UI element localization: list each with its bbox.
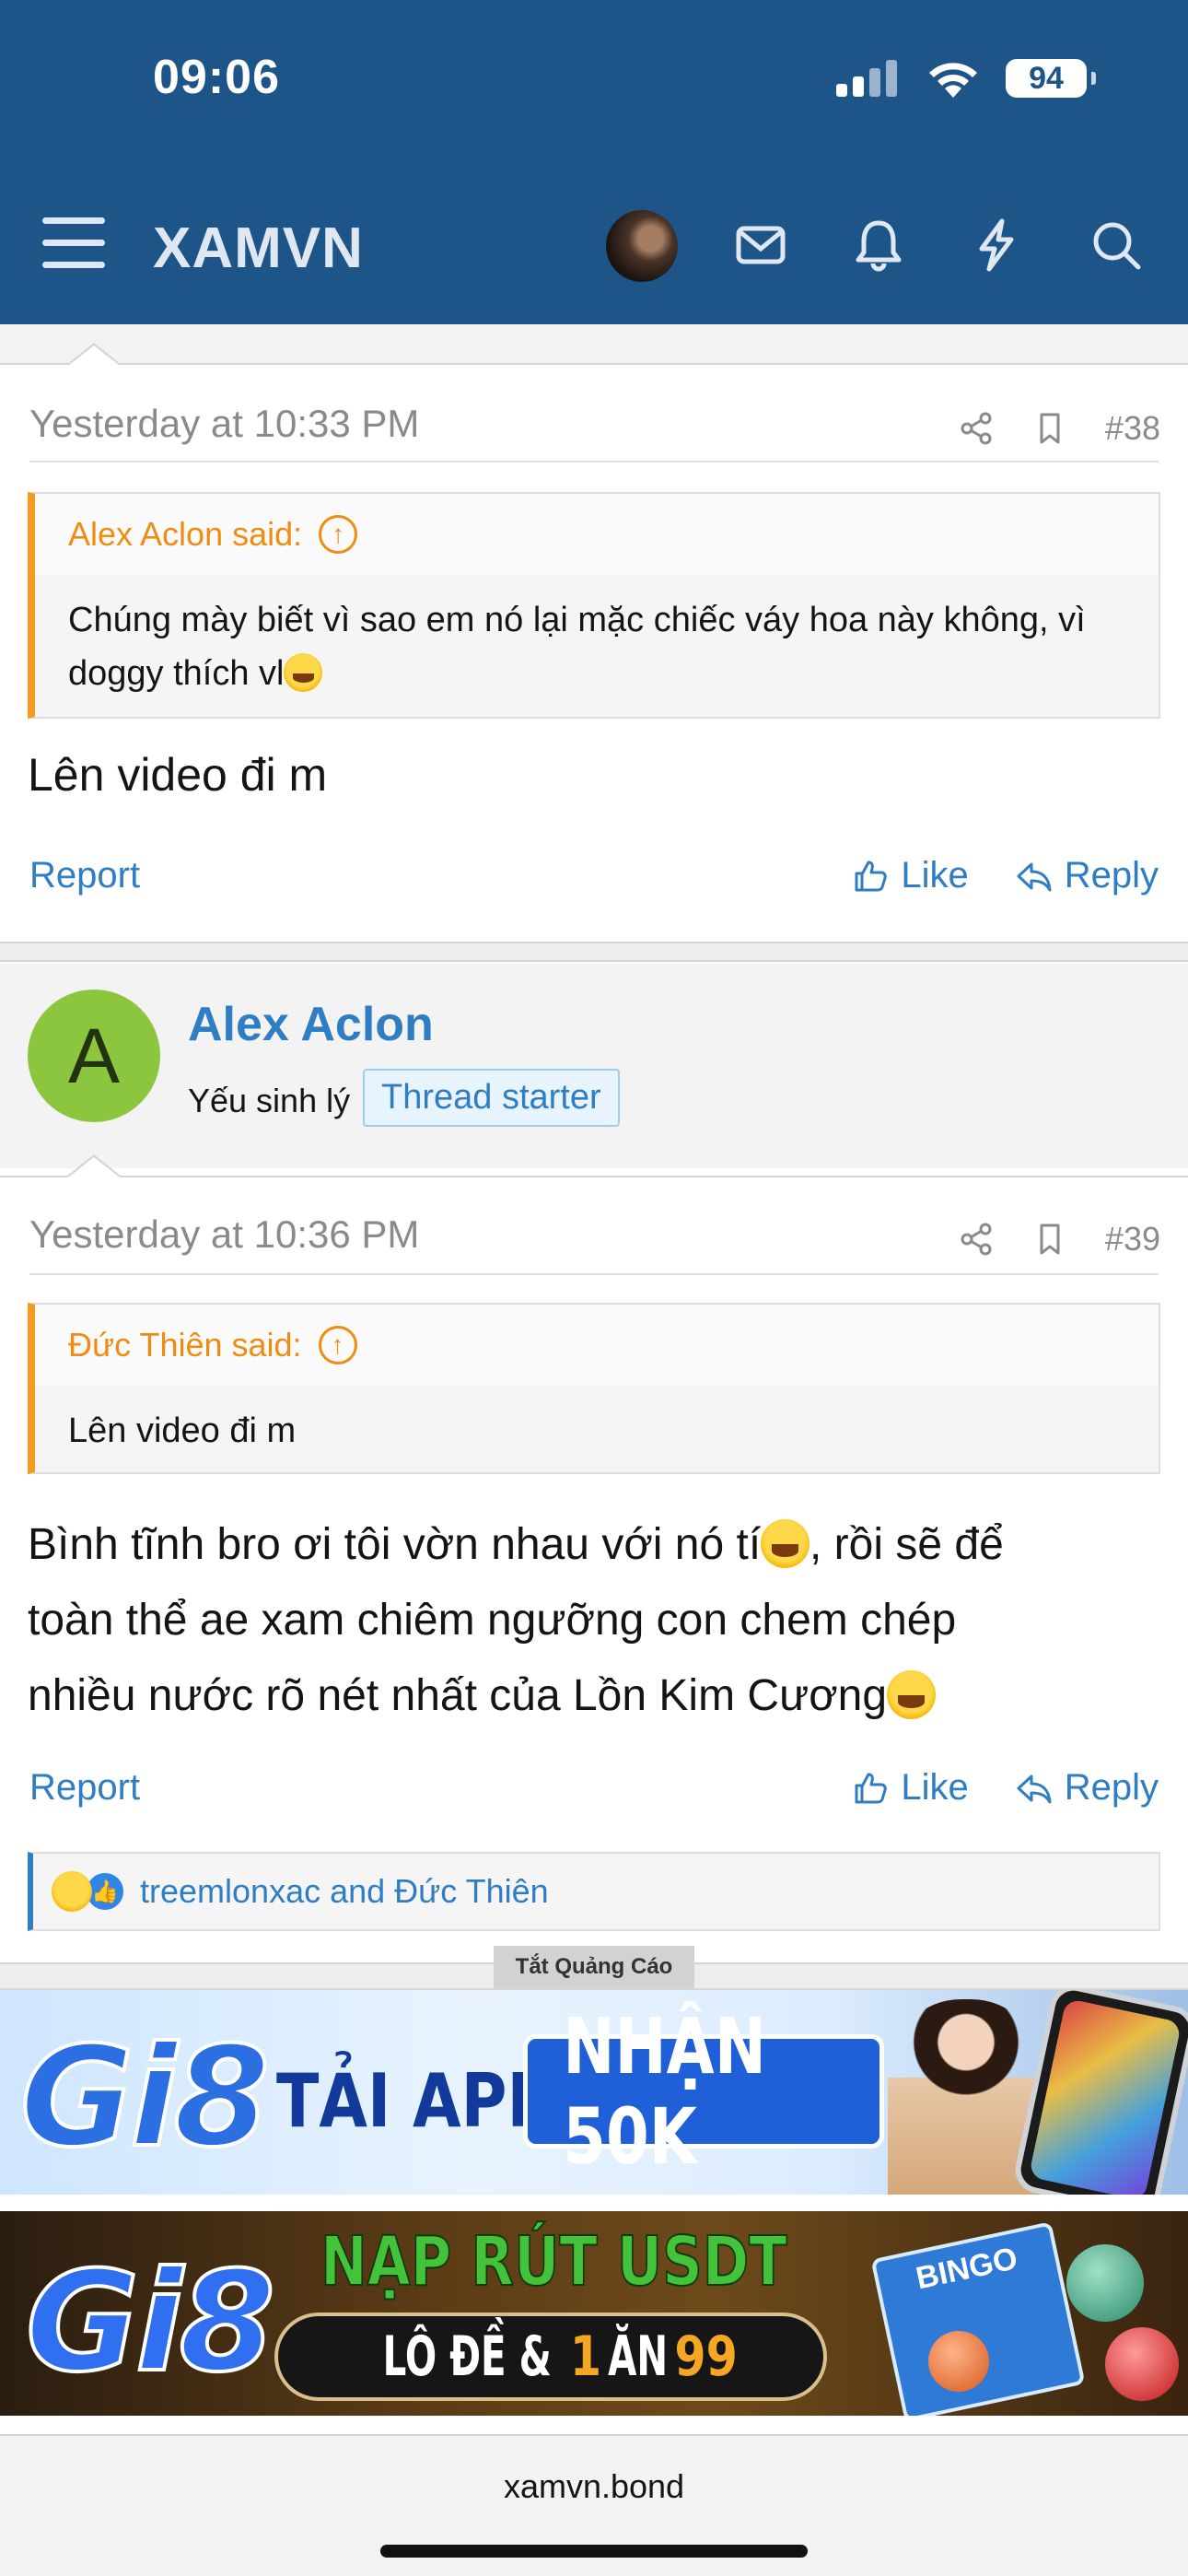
- ad-brand-logo: Gi8: [18, 2016, 272, 2180]
- ad-banner-2[interactable]: Gi8 NẠP RÚT USDT LÔ ĐỀ & 1 ĂN 99 BINGO: [0, 2211, 1188, 2416]
- rofl-emoji: [284, 652, 323, 692]
- thread-starter-badge: Thread starter: [363, 1069, 620, 1127]
- bookmark-icon[interactable]: [1031, 410, 1068, 447]
- quote-author[interactable]: Đức Thiên said:: [68, 1326, 302, 1364]
- author-block: [0, 964, 1188, 1168]
- ad-title: NẠP RÚT USDT: [320, 2221, 787, 2302]
- status-icons: 94: [834, 57, 1096, 100]
- share-icon[interactable]: [958, 1221, 995, 1258]
- search-icon[interactable]: [1087, 216, 1146, 275]
- post-timestamp[interactable]: Yesterday at 10:36 PM: [29, 1212, 419, 1257]
- rofl-emoji: [761, 1518, 809, 1568]
- reply-button[interactable]: Reply: [1015, 855, 1159, 896]
- ad-brand-logo: Gi8: [24, 2241, 277, 2405]
- user-avatar[interactable]: [606, 210, 678, 282]
- jump-to-quote-icon[interactable]: ↑: [319, 515, 358, 554]
- lottery-ball-image: [928, 2331, 989, 2392]
- laugh-reaction-icon: [52, 1871, 92, 1912]
- envelope-icon[interactable]: [731, 216, 790, 275]
- close-ads-button[interactable]: Tắt Quảng Cáo: [494, 1946, 694, 1988]
- post-number[interactable]: #39: [1105, 1220, 1160, 1259]
- post-pointer: [68, 345, 120, 366]
- lottery-ball-image: [1066, 2244, 1144, 2322]
- quote-header[interactable]: Alex Aclon said: ↑: [35, 494, 1159, 575]
- post-tools: #38: [958, 409, 1160, 448]
- quote-author[interactable]: Alex Aclon said:: [68, 515, 302, 554]
- lightning-icon[interactable]: [967, 216, 1026, 275]
- author-avatar[interactable]: A: [28, 989, 160, 1122]
- lottery-ball-image: [1105, 2327, 1179, 2401]
- author-name[interactable]: Alex Aclon: [188, 997, 434, 1052]
- reply-arrow-icon: [1017, 1774, 1052, 1803]
- quote-header[interactable]: Đức Thiên said: ↑: [35, 1305, 1159, 1386]
- report-link[interactable]: Report: [29, 855, 140, 896]
- jump-to-quote-icon[interactable]: ↑: [318, 1326, 357, 1364]
- top-navigation-bar: 09:06 94 XAMVN: [0, 0, 1188, 324]
- quote-text: Lên video đi m: [68, 1411, 297, 1450]
- post-tools: #39: [958, 1220, 1160, 1259]
- post-pointer: [68, 1157, 120, 1177]
- bingo-card-image: BINGO: [870, 2221, 1086, 2416]
- ad-gap: [0, 2195, 1188, 2211]
- report-link[interactable]: Report: [29, 1767, 140, 1809]
- ad-subtitle: LÔ ĐỀ & 1 ĂN 99: [274, 2313, 827, 2401]
- quote-text: Chúng mày biết vì sao em nó lại mặc chiế…: [68, 601, 1086, 693]
- status-time: 09:06: [153, 51, 280, 104]
- bookmark-icon[interactable]: [1031, 1221, 1068, 1258]
- reaction-icons: 👍: [52, 1871, 125, 1912]
- browser-bottom-bar: xamvn.bond: [0, 2434, 1188, 2576]
- ad-text: TẢI APP: [276, 2058, 553, 2144]
- wifi-icon: [929, 63, 977, 98]
- cellular-signal-icon: [836, 60, 897, 97]
- ad-banner-1[interactable]: Gi8 TẢI APP NHẬN 50K: [0, 1990, 1188, 2195]
- post-actions: Report Like Reply: [29, 1767, 1159, 1822]
- post-separator: [0, 324, 1188, 365]
- post-actions: Report Like Reply: [29, 855, 1159, 910]
- reply-button[interactable]: Reply: [1015, 1767, 1159, 1809]
- share-icon[interactable]: [958, 410, 995, 447]
- post-content: Bình tĩnh bro ơi tôi vờn nhau với nó tí,…: [28, 1518, 1004, 1720]
- ad-phone-image: [1010, 1990, 1188, 2195]
- like-button[interactable]: Like: [851, 855, 969, 896]
- reply-arrow-icon: [1017, 862, 1052, 891]
- battery-indicator: 94: [1006, 59, 1096, 98]
- address-bar[interactable]: xamvn.bond: [0, 2467, 1188, 2506]
- thumbs-up-icon: [855, 861, 888, 891]
- rofl-emoji: [887, 1669, 936, 1719]
- divider: [29, 461, 1159, 463]
- reactions-bar[interactable]: 👍 treemlonxac and Đức Thiên: [28, 1852, 1160, 1931]
- reactions-users[interactable]: treemlonxac and Đức Thiên: [140, 1872, 549, 1911]
- like-button[interactable]: Like: [851, 1767, 969, 1809]
- quote-block: Alex Aclon said: ↑ Chúng mày biết vì sao…: [28, 492, 1160, 719]
- author-title: Yếu sinh lý: [188, 1082, 351, 1119]
- post-number[interactable]: #38: [1105, 409, 1160, 448]
- divider: [29, 1273, 1159, 1275]
- post-content: Lên video đi m: [28, 749, 328, 801]
- quote-block: Đức Thiên said: ↑ Lên video đi m: [28, 1303, 1160, 1474]
- menu-icon[interactable]: [42, 217, 105, 273]
- home-indicator: [380, 2545, 808, 2558]
- bell-icon[interactable]: [849, 216, 908, 275]
- post-timestamp[interactable]: Yesterday at 10:33 PM: [29, 402, 419, 446]
- divider: [0, 1176, 1188, 1177]
- thumbs-up-icon: [855, 1773, 888, 1803]
- nav-row: XAMVN: [0, 205, 1188, 287]
- post-separator: [0, 942, 1188, 962]
- site-logo[interactable]: XAMVN: [153, 216, 364, 281]
- ad-button: NHẬN 50K: [523, 2001, 884, 2182]
